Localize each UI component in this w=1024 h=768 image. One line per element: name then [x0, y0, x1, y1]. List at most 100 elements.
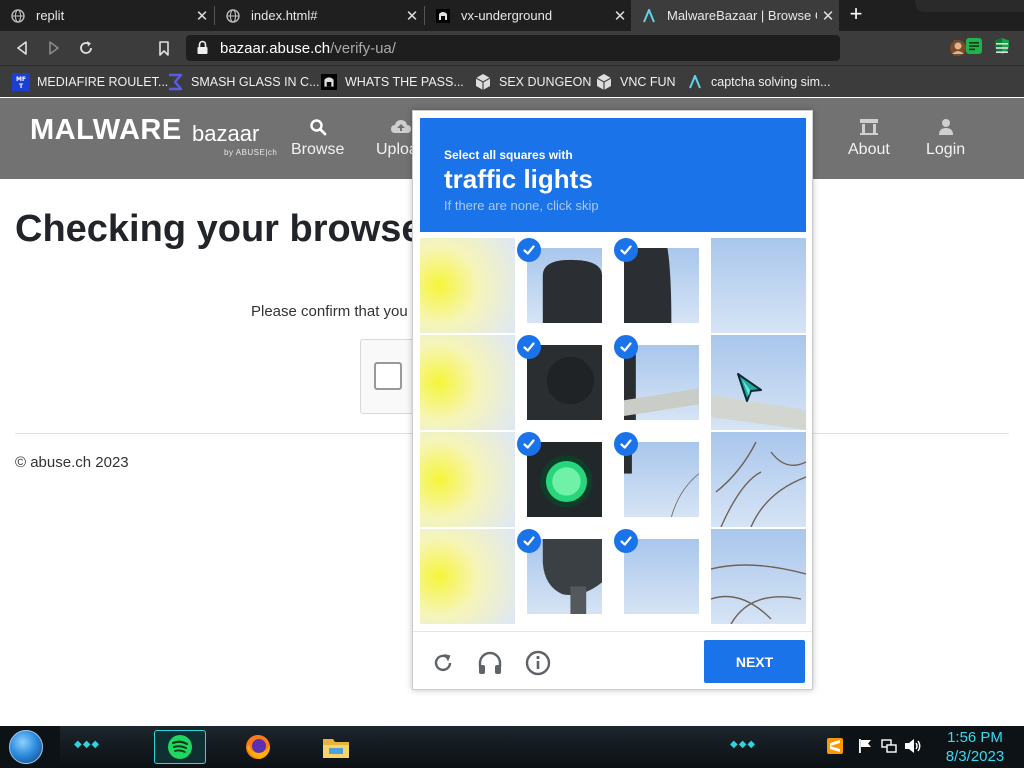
clock-time: 1:56 PM [947, 729, 1003, 746]
bookmark-item[interactable]: SEX DUNGEON [474, 71, 591, 93]
taskbar-app-firefox[interactable] [232, 730, 284, 764]
forward-button[interactable] [42, 36, 66, 60]
tile-image [624, 539, 699, 614]
malwarebazaar-icon [686, 73, 704, 91]
bookmark-item[interactable]: SMASH GLASS IN C... [166, 71, 320, 93]
captcha-instruction: Select all squares with [444, 148, 573, 162]
tab-malwarebazaar[interactable]: MalwareBazaar | Browse Checkpoint ✕ [631, 0, 839, 31]
tab-vx-underground[interactable]: vx-underground ✕ [425, 0, 631, 31]
back-icon [17, 41, 27, 55]
bookmark-label: SMASH GLASS IN C... [191, 75, 320, 89]
refresh-icon [434, 654, 452, 672]
tab-title: replit [36, 8, 65, 23]
close-icon[interactable]: ✕ [401, 5, 423, 27]
tab-index-html[interactable]: index.html# ✕ [215, 0, 423, 31]
page-title: Checking your browser [15, 208, 438, 250]
captcha-tile[interactable] [614, 335, 709, 430]
vx-underground-icon [320, 73, 338, 91]
tray-network[interactable] [880, 737, 898, 755]
tile-image [624, 442, 699, 517]
tray-volume[interactable] [904, 737, 922, 755]
bookmark-item[interactable]: WHATS THE PASS... [320, 71, 464, 93]
firefox-icon [246, 735, 270, 759]
vx-underground-icon [435, 8, 451, 24]
back-button[interactable] [10, 36, 34, 60]
captcha-tile[interactable] [614, 432, 709, 527]
new-tab-button[interactable]: + [844, 3, 868, 27]
tab-title: MalwareBazaar | Browse Checkpoint [667, 8, 817, 23]
bookmark-item[interactable]: MF T MEDIAFIRE ROULET... [12, 71, 168, 93]
captcha-tile[interactable] [517, 529, 612, 624]
captcha-tile[interactable] [420, 238, 515, 333]
file-explorer-icon [323, 739, 349, 758]
url-text: bazaar.abuse.ch/verify-ua/ [220, 40, 396, 57]
next-button[interactable]: NEXT [704, 640, 805, 683]
logo-subtitle: bazaar [192, 121, 260, 146]
system-clock[interactable]: 1:56 PM 8/3/2023 [936, 728, 1014, 766]
tab-replit[interactable]: replit ✕ [0, 0, 213, 31]
checkmark-icon [517, 238, 541, 262]
tray-action-center[interactable] [856, 737, 874, 755]
globe-icon [10, 8, 26, 24]
bookmark-item[interactable]: captcha solving sim... [686, 71, 831, 93]
reload-icon [80, 41, 92, 54]
checkmark-icon [614, 529, 638, 553]
tile-image [527, 345, 602, 420]
captcha-tile[interactable] [711, 238, 806, 333]
menu-button[interactable] [990, 36, 1014, 60]
bookmark-item[interactable]: VNC FUN [595, 71, 676, 93]
cube-icon [595, 73, 613, 91]
tile-image [711, 238, 806, 333]
captcha-tile[interactable] [517, 238, 612, 333]
captcha-tile[interactable] [420, 335, 515, 430]
taskbar-app-spotify[interactable] [154, 730, 206, 764]
tile-image [711, 529, 806, 624]
tab-title: vx-underground [461, 8, 553, 23]
logo-by-line: by ABUSE|ch [224, 148, 278, 157]
tray-sublime[interactable] [826, 737, 844, 755]
audio-challenge-button[interactable] [475, 648, 505, 678]
bookmark-button[interactable] [152, 36, 176, 60]
bookmark-label: VNC FUN [620, 75, 676, 89]
bookmark-label: WHATS THE PASS... [345, 75, 464, 89]
reload-button[interactable] [74, 36, 98, 60]
start-button[interactable] [9, 730, 43, 764]
audio-icon [478, 651, 502, 674]
captcha-tile[interactable] [614, 529, 709, 624]
sublime-icon [827, 738, 843, 754]
close-icon[interactable]: ✕ [191, 5, 213, 27]
url-path: /verify-ua/ [330, 40, 396, 57]
captcha-tile[interactable] [711, 529, 806, 624]
captcha-tile[interactable] [614, 238, 709, 333]
captcha-tile[interactable] [420, 432, 515, 527]
footer-copyright: © abuse.ch 2023 [15, 454, 129, 471]
nav-about[interactable]: About [848, 116, 890, 159]
taskbar-app-file-explorer[interactable] [310, 730, 362, 764]
refresh-button[interactable] [428, 648, 458, 678]
tile-image [624, 248, 699, 323]
captcha-tile[interactable] [517, 432, 612, 527]
url-host: bazaar.abuse.ch [220, 40, 331, 57]
logo-wordmark[interactable]: MALWARE [30, 114, 182, 147]
svg-text:MF: MF [16, 76, 26, 83]
flag-icon [859, 739, 871, 753]
checkmark-icon [517, 432, 541, 456]
nav-browse[interactable]: Browse [291, 116, 344, 159]
nav-login[interactable]: Login [926, 116, 965, 159]
captcha-tile[interactable] [711, 432, 806, 527]
browser-toolbar: bazaar.abuse.ch/verify-ua/ [0, 31, 1024, 65]
human-checkbox[interactable] [374, 362, 402, 390]
close-icon[interactable]: ✕ [609, 5, 631, 27]
info-button[interactable] [523, 648, 553, 678]
mediafire-icon: MF T [12, 73, 30, 91]
address-bar[interactable]: bazaar.abuse.ch/verify-ua/ [186, 35, 1009, 61]
profile-avatar[interactable] [946, 36, 970, 60]
tab-title: index.html# [251, 8, 318, 23]
close-icon[interactable]: ✕ [817, 5, 839, 27]
bank-icon [848, 116, 890, 138]
captcha-tile[interactable] [420, 529, 515, 624]
decoration: ◆◆◆ [74, 739, 101, 750]
lock-icon [196, 40, 209, 60]
captcha-tile[interactable] [517, 335, 612, 430]
taskbar: ◆◆◆ ◆◆◆ 1:56 PM 8/3/2023 [0, 726, 1024, 768]
